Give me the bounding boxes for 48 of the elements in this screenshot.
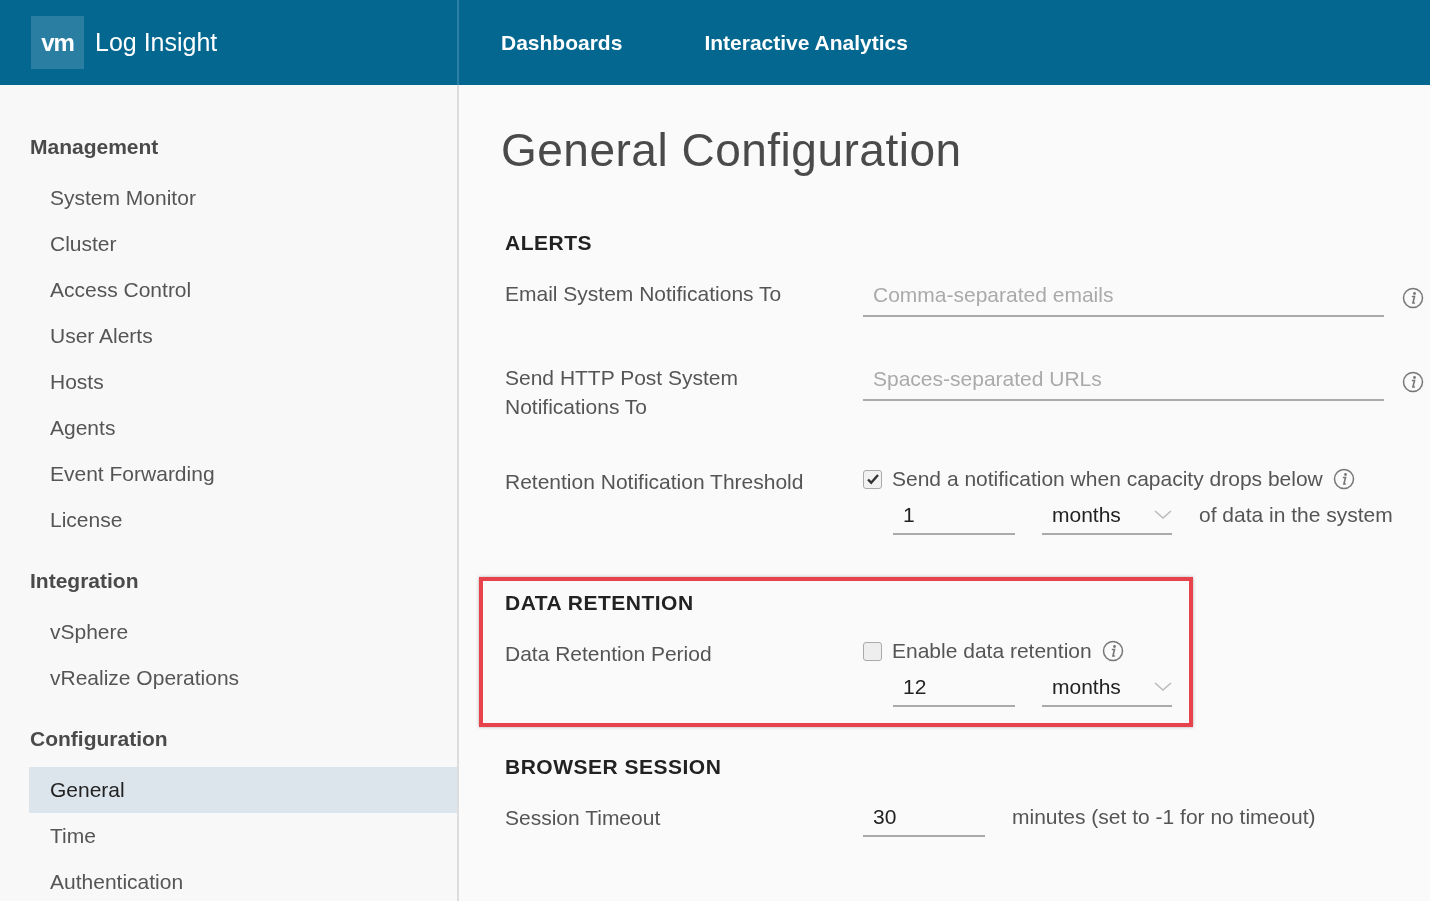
sidebar-item[interactable]: Time <box>29 813 457 859</box>
checkbox-label: Send a notification when capacity drops below <box>892 467 1323 491</box>
sidebar-item[interactable]: License <box>29 497 457 543</box>
app-name: Log Insight <box>95 28 218 57</box>
unit-dropdown[interactable]: months <box>1042 501 1172 535</box>
field-label: Data Retention Period <box>505 641 713 667</box>
nav-link[interactable]: Interactive Analytics <box>704 30 908 55</box>
checkbox[interactable] <box>863 469 882 489</box>
info-icon[interactable] <box>1332 468 1355 490</box>
checkbox[interactable] <box>863 641 882 661</box>
number-field[interactable]: 1 <box>893 501 1015 535</box>
sidebar-item[interactable]: Access Control <box>29 267 457 313</box>
sidebar-group-title: Management <box>30 135 160 160</box>
sidebar-item[interactable]: Hosts <box>29 359 457 405</box>
checkbox-label: Enable data retention <box>892 639 1092 663</box>
sidebar-item[interactable]: Event Forwarding <box>29 451 457 497</box>
field-label: Retention Notification Threshold <box>505 469 805 495</box>
number-field[interactable]: 12 <box>893 673 1015 707</box>
sidebar-group-title: Configuration <box>30 727 169 752</box>
section-title: DATA RETENTION <box>505 591 695 615</box>
unit-dropdown[interactable]: months <box>1042 673 1172 707</box>
sidebar-item[interactable]: vRealize Operations <box>29 655 457 701</box>
input-field[interactable]: Comma-separated emails <box>863 279 1384 317</box>
unit-text: of data in the system <box>1199 503 1393 528</box>
info-icon[interactable] <box>1402 287 1424 309</box>
field-label: Session Timeout <box>505 805 662 831</box>
field-label: Send HTTP Post System Notifications To <box>505 365 740 420</box>
logo: vm <box>31 16 84 69</box>
nav-link[interactable]: Dashboards <box>501 30 623 55</box>
sidebar-item[interactable]: System Monitor <box>29 175 457 221</box>
section-title: BROWSER SESSION <box>505 755 723 779</box>
page-title: General Configuration <box>501 123 963 177</box>
section-title: ALERTS <box>505 231 593 255</box>
input-field[interactable]: Spaces-separated URLs <box>863 363 1384 401</box>
chevron-down-icon <box>1154 682 1172 692</box>
sidebar-item[interactable]: Cluster <box>29 221 457 267</box>
number-field[interactable]: 30 <box>863 803 985 837</box>
sidebar-group-title: Integration <box>30 569 140 594</box>
info-icon[interactable] <box>1402 371 1424 393</box>
sidebar-item[interactable]: Authentication <box>29 859 457 901</box>
unit-text: minutes (set to -1 for no timeout) <box>1012 805 1316 830</box>
sidebar-item[interactable]: Agents <box>29 405 457 451</box>
chevron-down-icon <box>1154 510 1172 520</box>
info-icon[interactable] <box>1101 640 1124 662</box>
sidebar-item[interactable]: vSphere <box>29 609 457 655</box>
sidebar-item[interactable]: User Alerts <box>29 313 457 359</box>
field-label: Email System Notifications To <box>505 281 783 307</box>
sidebar-item[interactable]: General <box>29 767 457 813</box>
